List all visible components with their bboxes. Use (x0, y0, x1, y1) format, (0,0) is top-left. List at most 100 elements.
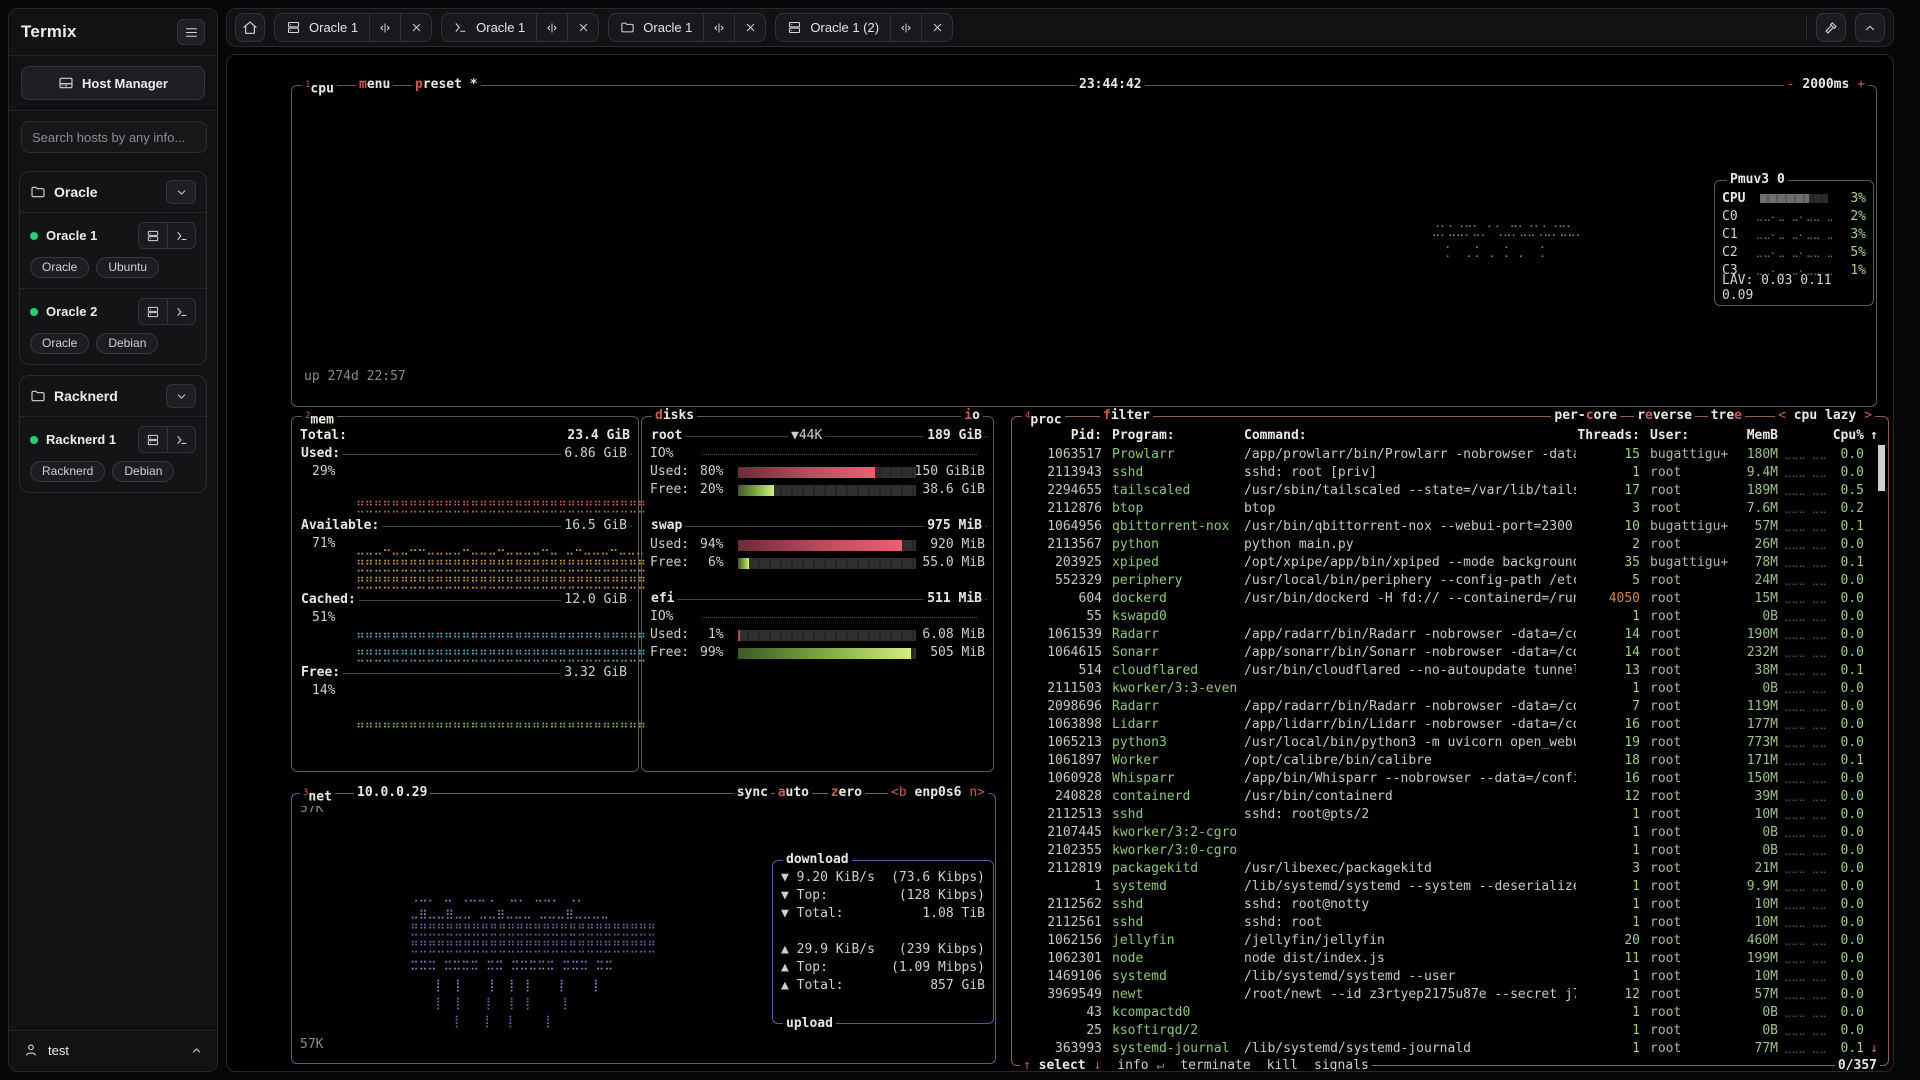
net-zero-button[interactable]: zero (828, 784, 865, 802)
net-box-title[interactable]: 3net (300, 784, 335, 806)
proc-table-header[interactable]: Pid: Program: Command: Threads: User: Me… (1012, 427, 1888, 445)
proc-scrollbar[interactable] (1878, 445, 1885, 491)
host-item[interactable]: Oracle 2 Oracle Debian (20, 289, 206, 364)
process-mem-graph: ⣀⣀⣀ ⣀⣀ (1784, 1004, 1828, 1022)
net-sync-button[interactable]: sync (734, 784, 771, 802)
host-connect-button[interactable] (139, 299, 167, 324)
admin-tools-button[interactable] (1816, 13, 1846, 42)
process-row[interactable]: 3969549 newt /root/newt --id z3rtyep2175… (1012, 986, 1888, 1004)
tab-split-button[interactable] (369, 14, 400, 41)
host-terminal-button[interactable] (167, 299, 195, 324)
group-collapse-button[interactable] (166, 384, 196, 408)
process-row[interactable]: 2098696 Radarr /app/radarr/bin/Radarr -n… (1012, 698, 1888, 716)
process-row[interactable]: 604 dockerd /usr/bin/dockerd -H fd:// --… (1012, 590, 1888, 608)
process-row[interactable]: 1469106 systemd /lib/systemd/systemd --u… (1012, 968, 1888, 986)
tab-oracle1-files[interactable]: Oracle 1 (608, 13, 766, 42)
host-terminal-button[interactable] (167, 427, 195, 452)
proc-box-title[interactable]: 4proc (1022, 407, 1065, 429)
process-row[interactable]: 240828 containerd /usr/bin/containerd 12… (1012, 788, 1888, 806)
process-row[interactable]: 1065213 python3 /usr/local/bin/python3 -… (1012, 734, 1888, 752)
terminate-action[interactable]: terminate (1180, 1057, 1250, 1072)
process-row[interactable]: 1062156 jellyfin /jellyfin/jellyfin 20 r… (1012, 932, 1888, 950)
process-row[interactable]: 2112513 sshd sshd: root@pts/2 1 root 10M… (1012, 806, 1888, 824)
collapse-topbar-button[interactable] (1855, 13, 1885, 42)
process-row[interactable]: 43 kcompactd0 1 root 0B ⣀⣀⣀ ⣀⣀ 0.0 (1012, 1004, 1888, 1022)
process-row[interactable]: 1 systemd /lib/systemd/systemd --system … (1012, 878, 1888, 896)
tab-split-button[interactable] (890, 14, 921, 41)
group-collapse-button[interactable] (166, 180, 196, 204)
process-row[interactable]: 1061897 Worker /opt/calibre/bin/calibre … (1012, 752, 1888, 770)
host-connect-button[interactable] (139, 223, 167, 248)
proc-tree-button[interactable]: tree (1708, 407, 1745, 425)
chevron-up-icon (1863, 21, 1877, 35)
tab-close-button[interactable] (567, 14, 598, 41)
tab-oracle1-2-server[interactable]: Oracle 1 (2) (775, 13, 953, 42)
process-row[interactable]: 2112562 sshd sshd: root@notty 1 root 10M… (1012, 896, 1888, 914)
tab-oracle1-server[interactable]: Oracle 1 (274, 13, 432, 42)
process-row[interactable]: 25 ksoftirqd/2 1 root 0B ⣀⣀⣀ ⣀⣀ 0.0 (1012, 1022, 1888, 1040)
proc-percore-button[interactable]: per-core (1551, 407, 1620, 425)
home-button[interactable] (235, 13, 265, 42)
process-row[interactable]: 1064615 Sonarr /app/sonarr/bin/Sonarr -n… (1012, 644, 1888, 662)
process-row[interactable]: 1060928 Whisparr /app/bin/Whisparr --nob… (1012, 770, 1888, 788)
net-auto-button[interactable]: auto (775, 784, 812, 802)
process-pid: 1469106 (1022, 968, 1102, 986)
process-row[interactable]: 2107445 kworker/3:2-cgro 1 root 0B ⣀⣀⣀ ⣀… (1012, 824, 1888, 842)
process-row[interactable]: 2111503 kworker/3:3-even 1 root 0B ⣀⣀⣀ ⣀… (1012, 680, 1888, 698)
scroll-more-icon (1864, 806, 1878, 824)
process-row[interactable]: 1062301 node node dist/index.js 11 root … (1012, 950, 1888, 968)
process-user: root (1650, 716, 1728, 734)
process-row[interactable]: 1064956 qbittorrent-nox /usr/bin/qbittor… (1012, 518, 1888, 536)
host-connect-button[interactable] (139, 427, 167, 452)
process-row[interactable]: 2113943 sshd sshd: root [priv] 1 root 9.… (1012, 464, 1888, 482)
host-manager-button[interactable]: Host Manager (21, 66, 205, 100)
tab-oracle1-terminal[interactable]: Oracle 1 (441, 13, 599, 42)
io-mode-button[interactable]: io (961, 407, 983, 425)
mem-free-graph: ⠛⠛⠛⠛⠛⠛⠛⠛⠛⠛⠛⠛⠛⠛⠛⠛⠛⠛⠛⠛⠛⠛⠛⠛⠛⠛⠛⠛⠛⠛⠛⠛⠛ (356, 719, 646, 737)
process-row[interactable]: 1063898 Lidarr /app/lidarr/bin/Lidarr -n… (1012, 716, 1888, 734)
sidebar-menu-button[interactable] (177, 19, 205, 45)
update-interval-control[interactable]: - 2000ms + (1784, 76, 1868, 94)
host-terminal-button[interactable] (167, 223, 195, 248)
process-row[interactable]: 2294655 tailscaled /usr/sbin/tailscaled … (1012, 482, 1888, 500)
kill-action[interactable]: kill (1267, 1057, 1298, 1072)
cpu-box-title[interactable]: 1cpu (302, 76, 337, 98)
process-row[interactable]: 1061539 Radarr /app/radarr/bin/Radarr -n… (1012, 626, 1888, 644)
process-row[interactable]: 55 kswapd0 1 root 0B ⣀⣀⣀ ⣀⣀ 0.0 (1012, 608, 1888, 626)
process-row[interactable]: 2113567 python python main.py 2 root 26M… (1012, 536, 1888, 554)
search-input[interactable] (21, 121, 207, 153)
process-row[interactable]: 2102355 kworker/3:0-cgro 1 root 0B ⣀⣀⣀ ⣀… (1012, 842, 1888, 860)
process-pid: 2294655 (1022, 482, 1102, 500)
process-row[interactable]: 514 cloudflared /usr/bin/cloudflared --n… (1012, 662, 1888, 680)
process-row[interactable]: 363993 systemd-journal /lib/systemd/syst… (1012, 1040, 1888, 1058)
tab-close-button[interactable] (734, 14, 765, 41)
process-row[interactable]: 2112819 packagekitd /usr/libexec/package… (1012, 860, 1888, 878)
process-row[interactable]: 2112561 sshd sshd: root 1 root 10M ⣀⣀⣀ ⣀… (1012, 914, 1888, 932)
proc-filter-button[interactable]: filter (1100, 407, 1153, 425)
select-action[interactable]: ↑ select ↓ (1023, 1057, 1101, 1072)
process-row[interactable]: 203925 xpiped /opt/xpipe/app/bin/xpiped … (1012, 554, 1888, 572)
info-action[interactable]: info ↵ (1117, 1057, 1164, 1072)
process-row[interactable]: 552329 periphery /usr/local/bin/peripher… (1012, 572, 1888, 590)
tab-split-button[interactable] (703, 14, 734, 41)
process-row[interactable]: 1063517 Prowlarr /app/prowlarr/bin/Prowl… (1012, 446, 1888, 464)
menu-button[interactable]: menu (356, 76, 393, 94)
tab-split-button[interactable] (536, 14, 567, 41)
host-item[interactable]: Racknerd 1 Racknerd Debian (20, 417, 206, 492)
terminal-view[interactable]: 1cpu menu preset * 23:44:42 - 2000ms + ⢀… (226, 54, 1894, 1072)
proc-reverse-button[interactable]: reverse (1634, 407, 1695, 425)
tab-close-button[interactable] (921, 14, 952, 41)
mem-box-title[interactable]: 2mem (302, 407, 337, 429)
signals-action[interactable]: signals (1314, 1057, 1369, 1072)
net-interface-switcher[interactable]: <b enp0s6 n> (888, 784, 988, 802)
disks-box-title[interactable]: disks (652, 407, 697, 425)
user-menu[interactable]: test (9, 1031, 217, 1071)
disk-swap-free-row: Free:6%55.0 MiB (650, 554, 985, 572)
proc-sort-switcher[interactable]: < cpu lazy > (1775, 407, 1875, 425)
process-row[interactable]: 2112876 btop btop 3 root 7.6M ⣀⣀⣀ ⣀⣀ 0.2 (1012, 500, 1888, 518)
process-cpu: 0.0 (1828, 986, 1864, 1004)
preset-button[interactable]: preset * (412, 76, 481, 94)
tab-close-button[interactable] (400, 14, 431, 41)
process-program: Radarr (1112, 698, 1236, 716)
host-item[interactable]: Oracle 1 Oracle Ubuntu (20, 213, 206, 288)
